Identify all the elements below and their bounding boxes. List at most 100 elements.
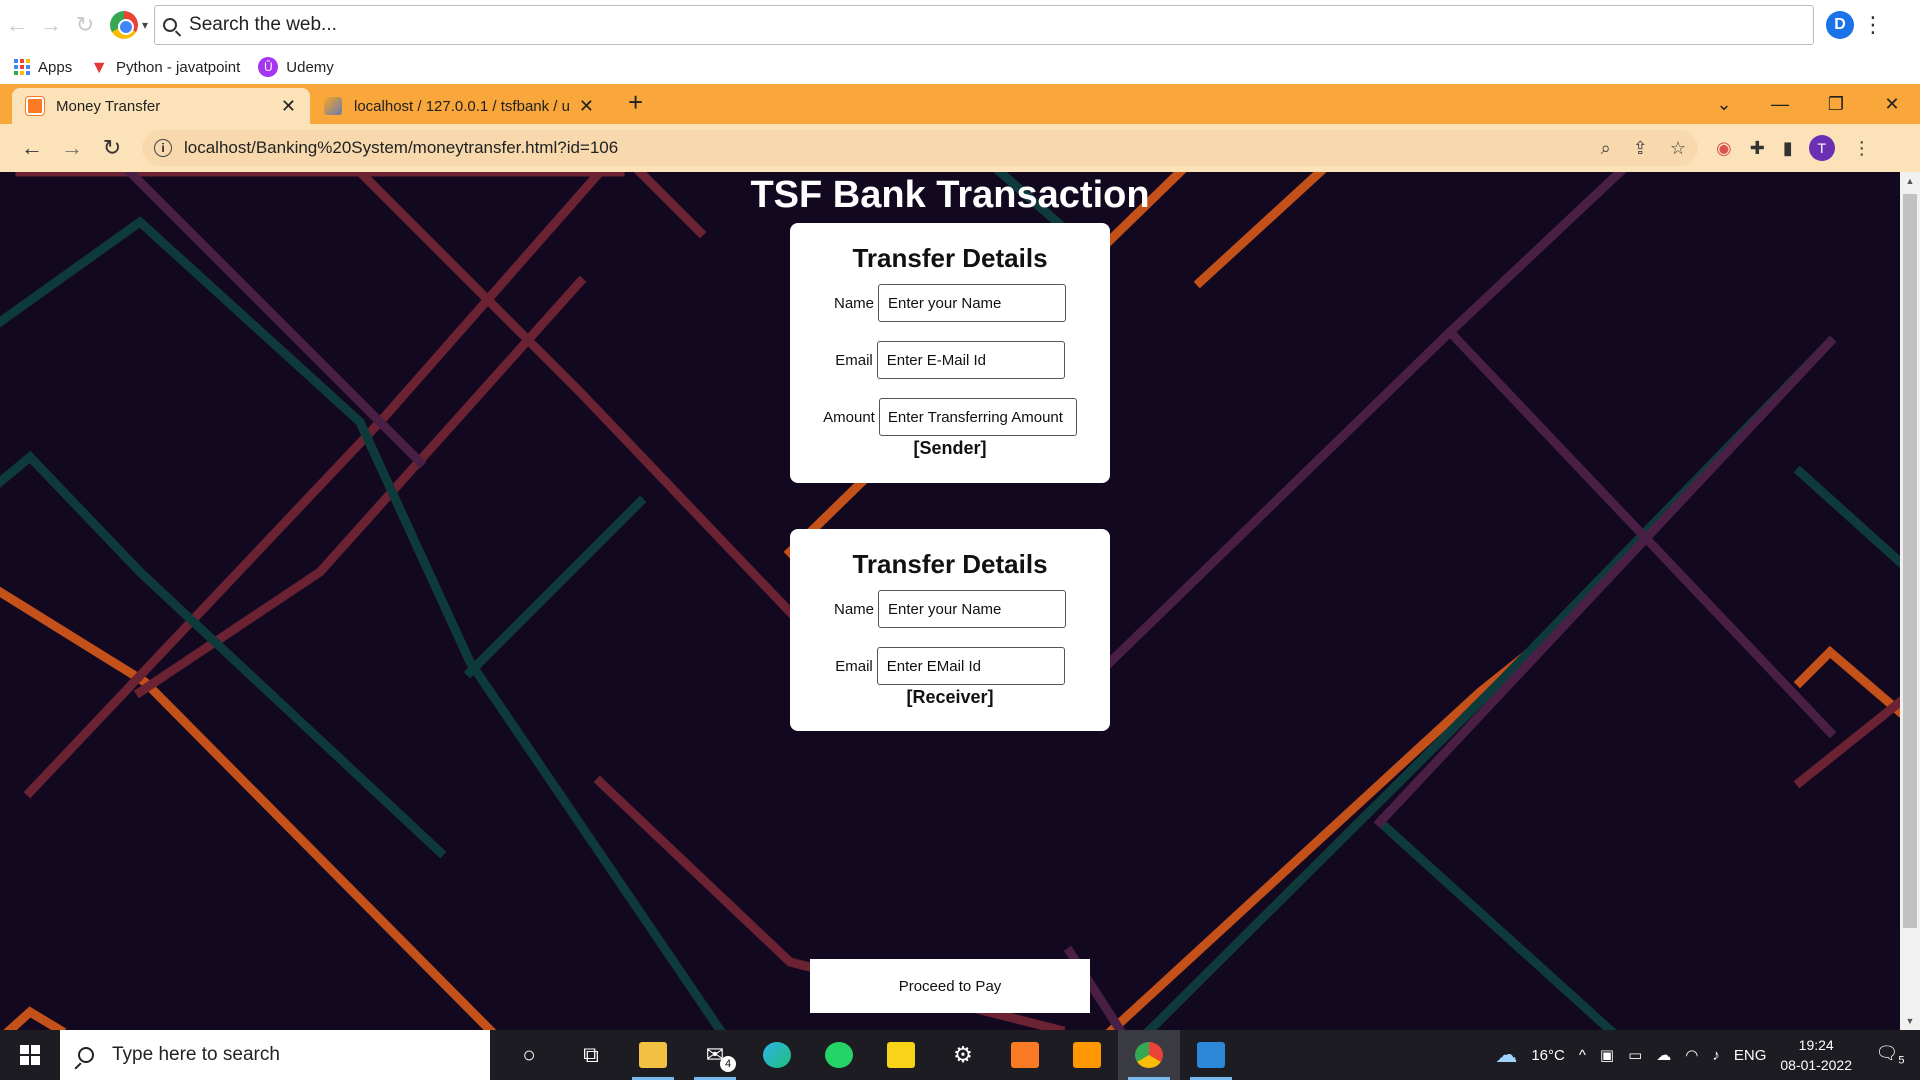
taskbar-search[interactable]: Type here to search [60, 1030, 490, 1080]
close-tab-icon[interactable]: ✕ [281, 96, 296, 117]
back-icon[interactable]: ← [0, 8, 34, 42]
tab-title: Money Transfer [56, 97, 161, 115]
phpmyadmin-favicon-icon [324, 97, 342, 115]
window-controls: ⌄ — ❐ ✕ [1696, 84, 1920, 124]
meet-now-icon[interactable]: ▣ [1600, 1046, 1614, 1064]
start-button[interactable] [0, 1030, 60, 1080]
bookmarks-bar: Apps ▼ Python - javatpoint Û Udemy [0, 50, 1920, 84]
profile-avatar[interactable]: T [1808, 135, 1835, 161]
tab-phpmyadmin[interactable]: localhost / 127.0.0.1 / tsfbank / u ✕ [310, 88, 608, 124]
forward-icon[interactable]: → [34, 8, 68, 42]
scroll-down-icon[interactable]: ▼ [1900, 1016, 1920, 1026]
forward-icon[interactable]: → [52, 135, 92, 161]
chrome-logo-icon[interactable] [110, 11, 138, 39]
sticky-notes-icon[interactable] [870, 1030, 932, 1080]
mail-badge: 4 [720, 1056, 736, 1072]
wifi-icon[interactable]: ◠ [1685, 1046, 1698, 1064]
udemy-icon: Û [258, 57, 279, 77]
photos-icon[interactable] [1180, 1030, 1242, 1080]
close-tab-icon[interactable]: ✕ [579, 96, 594, 117]
edge-icon[interactable] [746, 1030, 808, 1080]
clock-date: 08-01-2022 [1780, 1057, 1852, 1073]
bg-line [1373, 815, 1617, 1030]
top-toolbar: ← → ↻ ▾ D ⋮ [0, 0, 1920, 50]
omnibox[interactable]: i localhost/Banking%20System/moneytransf… [142, 130, 1698, 166]
bookmark-javatpoint[interactable]: ▼ Python - javatpoint [90, 57, 240, 78]
extension-d-icon[interactable]: D [1826, 11, 1855, 39]
field-label: Name [833, 600, 874, 618]
tray-chevron-icon[interactable]: ^ [1579, 1047, 1586, 1064]
url-text[interactable]: localhost/Banking%20System/moneytransfer… [184, 138, 1579, 158]
tab-money-transfer[interactable]: Money Transfer ✕ [12, 88, 310, 124]
bookmark-apps[interactable]: Apps [14, 59, 72, 76]
mail-icon[interactable]: ✉ 4 [684, 1030, 746, 1080]
site-info-icon[interactable]: i [154, 139, 172, 157]
close-window-icon[interactable]: ✕ [1864, 94, 1920, 115]
scrollbar-thumb[interactable] [1903, 194, 1917, 928]
bg-line [463, 495, 647, 679]
field-label: Email [835, 351, 873, 369]
xampp-icon[interactable] [994, 1030, 1056, 1080]
zoom-icon[interactable]: ⌕ [1601, 138, 1611, 159]
receiver-email-input[interactable] [876, 647, 1065, 685]
weather-icon[interactable]: ☁ [1495, 1042, 1517, 1068]
notifications-icon[interactable]: 🗨5 [1870, 1043, 1910, 1067]
new-tab-icon[interactable]: + [628, 87, 643, 118]
reload-icon[interactable]: ↻ [68, 8, 102, 42]
cortana-icon[interactable]: ○ [498, 1030, 560, 1080]
side-panel-icon[interactable]: ▮ [1783, 138, 1793, 159]
chevron-down-icon[interactable]: ▾ [142, 18, 148, 32]
bookmark-udemy[interactable]: Û Udemy [258, 57, 334, 77]
scroll-up-icon[interactable]: ▲ [1900, 176, 1920, 186]
web-search-input[interactable] [189, 14, 1675, 36]
restore-icon[interactable]: ❐ [1808, 94, 1864, 115]
back-icon[interactable]: ← [12, 135, 52, 161]
file-explorer-icon[interactable] [622, 1030, 684, 1080]
notification-count: 5 [1898, 1054, 1905, 1067]
bg-line [1373, 335, 1837, 829]
sender-email-input[interactable] [876, 341, 1065, 379]
bookmark-label: Python - javatpoint [116, 58, 241, 76]
taskbar-search-placeholder: Type here to search [112, 1044, 280, 1065]
bookmark-star-icon[interactable]: ☆ [1670, 138, 1686, 159]
weather-temp[interactable]: 16°C [1531, 1047, 1565, 1064]
bg-line [23, 172, 606, 799]
field-label: Email [835, 657, 873, 675]
receiver-email-row: Email [790, 647, 1110, 685]
tab-strip: Money Transfer ✕ localhost / 127.0.0.1 /… [0, 84, 1920, 124]
chrome-taskbar-icon[interactable] [1118, 1030, 1180, 1080]
web-search-box[interactable] [154, 5, 1815, 45]
reload-icon[interactable]: ↻ [92, 135, 132, 161]
windows-logo-icon [20, 1045, 40, 1065]
sender-name-input[interactable] [878, 284, 1066, 322]
xampp-favicon-icon [25, 96, 45, 116]
whatsapp-icon[interactable] [808, 1030, 870, 1080]
minimize-icon[interactable]: — [1752, 94, 1808, 115]
proceed-to-pay-button[interactable]: Proceed to Pay [810, 959, 1090, 1013]
receiver-transfer-card: Transfer Details Name Email [Receiver] [790, 529, 1110, 731]
tab-search-icon[interactable]: ⌄ [1696, 94, 1752, 115]
field-label: Amount [823, 408, 875, 426]
language-indicator[interactable]: ENG [1734, 1047, 1767, 1064]
windows-taskbar: Type here to search ○ ⧉ ✉ 4 ⚙ ☁ 16°C ^ ▣ … [0, 1030, 1920, 1080]
chrome-menu-icon[interactable]: ⋮ [1853, 138, 1871, 159]
page-title: TSF Bank Transaction [750, 174, 1150, 216]
search-icon [163, 18, 178, 32]
share-icon[interactable]: ⇪ [1633, 138, 1648, 159]
task-view-icon[interactable]: ⧉ [560, 1030, 622, 1080]
toolbar-menu-icon[interactable]: ⋮ [1862, 12, 1884, 38]
sender-transfer-card: Transfer Details Name Email Amount [Send… [790, 223, 1110, 483]
apps-grid-icon [14, 59, 30, 75]
battery-icon[interactable]: ▭ [1628, 1046, 1642, 1064]
extension-icon[interactable]: ◉ [1716, 138, 1732, 159]
system-tray: ☁ 16°C ^ ▣ ▭ ☁ ◠ ♪ ENG 19:24 08-01-2022 … [1495, 1030, 1920, 1080]
onedrive-icon[interactable]: ☁ [1656, 1046, 1671, 1064]
clock[interactable]: 19:24 08-01-2022 [1780, 1035, 1852, 1075]
extensions-puzzle-icon[interactable]: ✚ [1750, 138, 1765, 159]
sublime-text-icon[interactable] [1056, 1030, 1118, 1080]
amount-input[interactable] [878, 398, 1077, 436]
settings-gear-icon[interactable]: ⚙ [932, 1030, 994, 1080]
volume-icon[interactable]: ♪ [1712, 1047, 1720, 1064]
page-scrollbar[interactable]: ▲ ▼ [1900, 172, 1920, 1030]
receiver-name-input[interactable] [878, 590, 1066, 628]
